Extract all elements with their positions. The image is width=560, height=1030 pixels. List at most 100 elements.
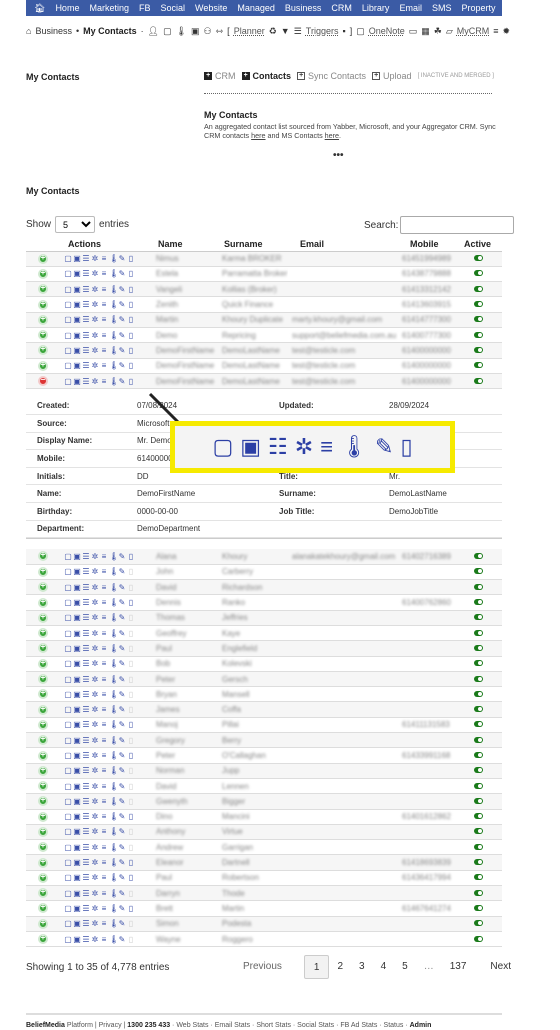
edit-icon[interactable]: ✎ (118, 315, 126, 324)
calendar-check-icon[interactable]: ▣ (73, 659, 81, 668)
table-row[interactable]: ▢▣☰✲≡🌡✎▯ Wayne Roggero (26, 931, 502, 948)
calendar-check-icon[interactable]: ▣ (73, 300, 81, 309)
mobile-icon[interactable]: ▯ (127, 346, 135, 355)
note-icon[interactable]: ▢ (64, 904, 72, 913)
edit-icon[interactable]: ✎ (118, 598, 126, 607)
list-icon[interactable]: ☰ (82, 659, 90, 668)
thermometer-icon[interactable]: 🌡︎ (176, 26, 187, 37)
calendar-check-icon[interactable]: ▣ (73, 629, 81, 638)
list-icon[interactable]: ☰ (82, 567, 90, 576)
spinner-icon[interactable]: ✲ (91, 797, 99, 806)
list-icon[interactable]: ☰ (82, 736, 90, 745)
calendar-check-icon[interactable]: ▣ (73, 751, 81, 760)
list-icon[interactable]: ☰ (82, 315, 90, 324)
table-row[interactable]: ▢▣☰✲≡🌡✎▯ Dino Mancini 61401612862 (26, 809, 502, 825)
active-toggle[interactable] (474, 346, 483, 353)
list-icon[interactable]: ☰ (82, 690, 90, 699)
spinner-icon[interactable]: ✲ (91, 331, 99, 340)
table-row[interactable]: ▢▣☰✲≡🌡✎▯ DemoFirstName DemoLastName test@te… (26, 373, 502, 390)
calendar-check-icon[interactable]: ▣ (73, 613, 81, 622)
note-icon[interactable]: ▢ (64, 766, 72, 775)
spinner-icon[interactable]: ✲ (91, 598, 99, 607)
thermometer-icon[interactable]: 🌡 (109, 843, 119, 852)
spinner-icon[interactable]: ✲ (91, 659, 99, 668)
note-icon[interactable]: ▢ (64, 644, 72, 653)
note-icon[interactable]: ▢ (64, 919, 72, 928)
thermometer-icon[interactable]: 🌡 (109, 377, 119, 386)
menu-bars-icon[interactable]: ≡ (100, 766, 108, 775)
table-row[interactable]: ▢▣☰✲≡🌡✎▯ David Lennen (26, 778, 502, 795)
active-toggle[interactable] (474, 752, 483, 758)
active-toggle[interactable] (474, 813, 483, 820)
expand-row-icon[interactable] (38, 826, 48, 837)
note-icon[interactable]: ▢ (64, 254, 72, 263)
tab-sync-contacts[interactable]: + Sync Contacts (297, 71, 366, 81)
active-toggle[interactable] (474, 675, 483, 682)
table-row[interactable]: ▢▣☰✲≡🌡✎▯ Darryn Thode (26, 885, 502, 902)
mobile-icon[interactable]: ▯ (127, 629, 135, 638)
spinner-icon[interactable]: ✲ (91, 736, 99, 745)
note-icon[interactable]: ▢ (64, 705, 72, 714)
thermometer-icon[interactable]: 🌡 (109, 736, 119, 745)
mobile-icon[interactable]: ▯ (127, 827, 135, 836)
note-icon[interactable]: ▢ (64, 377, 72, 386)
edit-icon[interactable]: ✎ (118, 690, 126, 699)
calendar-check-icon[interactable]: ▣ (240, 436, 261, 458)
thermometer-icon[interactable]: 🌡 (109, 598, 119, 607)
spinner-icon[interactable]: ✲ (91, 583, 99, 592)
calendar-check-icon[interactable]: ▣ (73, 736, 81, 745)
thermometer-icon[interactable]: 🌡 (109, 285, 119, 294)
thermometer-icon[interactable]: 🌡 (109, 659, 119, 668)
group-icon[interactable]: ☘ (434, 26, 442, 37)
nav-item-marketing[interactable]: Marketing (89, 3, 129, 13)
active-toggle[interactable] (474, 285, 483, 292)
list-icon[interactable]: ☰ (82, 935, 90, 944)
list-icon[interactable]: ☰ (82, 782, 90, 791)
list-icon[interactable]: ☰ (82, 285, 90, 294)
active-toggle[interactable] (474, 614, 483, 621)
mobile-icon[interactable]: ▯ (127, 904, 135, 913)
calendar-check-icon[interactable]: ▣ (73, 675, 81, 684)
list-icon[interactable]: ☰ (82, 269, 90, 278)
table-row[interactable]: ▢▣☰✲≡🌡✎▯ Paul Englefield (26, 640, 502, 657)
list-icon[interactable]: ☰ (82, 598, 90, 607)
list-icon[interactable]: ☰ (82, 377, 90, 386)
thermometer-icon[interactable]: 🌡 (109, 904, 119, 913)
note-icon[interactable]: ▢ (64, 598, 72, 607)
thermometer-icon[interactable]: 🌡 (109, 346, 119, 355)
calendar-check-icon[interactable]: ▣ (73, 797, 81, 806)
table-row[interactable]: ▢▣☰✲≡🌡✎▯ DemoFirstName DemoLastName test@te… (26, 358, 502, 374)
more-ellipsis[interactable]: ••• (333, 150, 344, 161)
list-icon[interactable]: ☰ (82, 858, 90, 867)
note-icon[interactable]: ▢ (64, 935, 72, 944)
page-size-select[interactable]: 5 (55, 216, 96, 233)
edit-icon[interactable]: ✎ (118, 858, 126, 867)
note-icon[interactable]: ▢ (64, 782, 72, 791)
mobile-icon[interactable]: ▯ (127, 736, 135, 745)
edit-icon[interactable]: ✎ (118, 659, 126, 668)
expand-row-icon[interactable] (38, 314, 48, 325)
mobile-icon[interactable]: ▯ (127, 300, 135, 309)
thermometer-icon[interactable]: 🌡 (109, 629, 119, 638)
menu-bars-icon[interactable]: ≡ (100, 629, 108, 638)
mobile-icon[interactable]: ▯ (127, 873, 135, 882)
spinner-icon[interactable]: ✲ (91, 377, 99, 386)
thermometer-icon[interactable]: 🌡 (109, 889, 119, 898)
list-icon[interactable]: ☰ (82, 873, 90, 882)
thermometer-icon[interactable]: 🌡 (109, 583, 119, 592)
note-icon[interactable]: ▢ (64, 873, 72, 882)
thermometer-icon[interactable]: 🌡︎ (340, 436, 368, 458)
menu-bars-icon[interactable]: ≡ (100, 361, 108, 370)
spinner-icon[interactable]: ✲ (91, 766, 99, 775)
note-icon[interactable]: ▢ (64, 361, 72, 370)
calendar-check-icon[interactable]: ▣ (73, 552, 81, 561)
spinner-icon[interactable]: ✲ (91, 843, 99, 852)
footer-brand[interactable]: BeliefMedia (26, 1022, 65, 1029)
active-toggle[interactable] (474, 377, 483, 384)
nav-item-social[interactable]: Social (160, 3, 185, 13)
menu-bars-icon[interactable]: ≡ (100, 812, 108, 821)
menu-bars-icon[interactable]: ≡ (100, 552, 108, 561)
thermometer-icon[interactable]: 🌡 (109, 797, 119, 806)
calendar-grid-icon[interactable]: ▦ (421, 26, 430, 37)
mobile-icon[interactable]: ▯ (127, 613, 135, 622)
